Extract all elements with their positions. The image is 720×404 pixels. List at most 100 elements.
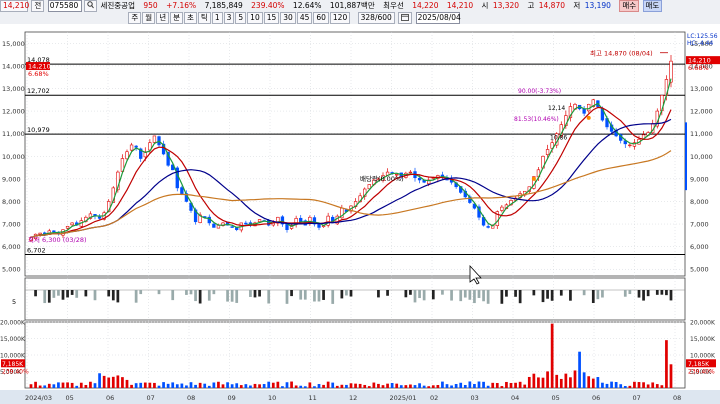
volume-bar (116, 375, 120, 388)
candle-body (180, 187, 184, 195)
volume-bar (290, 381, 293, 388)
indicator-bar (623, 290, 627, 297)
indicator-bar (134, 290, 138, 303)
period-button-group: 주 월 년 분 초 틱 1 3 5 10 15 30 45 60 120 (128, 12, 351, 24)
candle-body (628, 144, 632, 147)
period-button-5[interactable]: 초 (184, 12, 197, 24)
candle-body (230, 226, 234, 228)
y-tick-label-left: 15,000 (2, 40, 25, 48)
indicator-bar (185, 290, 188, 295)
volume-bar (134, 383, 138, 388)
indicator-bar (139, 290, 143, 295)
volume-tick-left: 20,000K (0, 320, 26, 327)
volume-bar (180, 383, 184, 388)
low-label: 저 (573, 1, 581, 10)
volume-bar (47, 383, 51, 388)
indicator-bar (468, 290, 472, 300)
candle-body (545, 149, 550, 155)
period-button-3[interactable]: 년 (156, 12, 170, 24)
volume-bar (523, 384, 527, 388)
period-button-4[interactable]: 분 (170, 12, 184, 24)
period-button-10[interactable]: 10 (247, 12, 263, 24)
candle-body (70, 222, 74, 226)
period-button-7[interactable]: 1 (211, 12, 223, 24)
ask-price: 14,210 (446, 1, 474, 10)
volume-bar (413, 385, 417, 388)
search-icon[interactable] (84, 0, 98, 12)
indicator-bar (546, 290, 549, 299)
volume-bar (166, 383, 170, 388)
date-input[interactable]: 2025/08/04 (415, 12, 461, 24)
period-button-13[interactable]: 45 (296, 12, 313, 24)
x-tick-label: 03 (471, 394, 479, 402)
volume-bar (395, 383, 399, 388)
indicator-bar (258, 290, 261, 297)
period-button-6[interactable]: 틱 (197, 12, 211, 24)
buy-button[interactable]: 매수 (619, 0, 640, 12)
market-select[interactable]: 전 (31, 0, 45, 12)
y-tick-label-right: 10,000 (690, 153, 713, 161)
volume-bar (642, 382, 645, 388)
indicator-bar (441, 290, 444, 295)
volume-bar (564, 373, 568, 388)
x-tick-label: 05 (66, 394, 74, 402)
volume-tick-right: 10,000K (690, 353, 716, 360)
volume-bar (445, 384, 449, 388)
indicator-bar (317, 290, 321, 302)
chart-canvas[interactable]: 5,000 5,000 6,000 6,000 7,000 7,000 8,000 8,000… (0, 24, 720, 404)
volume-bar (491, 382, 495, 388)
indicator-bar (66, 290, 69, 298)
period-button-1[interactable]: 주 (128, 12, 142, 24)
volume-bar (486, 385, 490, 388)
volume-bar (623, 386, 627, 388)
signal-dot-2 (586, 115, 591, 120)
candle-body (244, 222, 248, 225)
volume-bar (377, 383, 380, 388)
period-button-12[interactable]: 30 (280, 12, 296, 24)
y-tick-label-right: 6,000 (690, 243, 709, 251)
calendar-icon[interactable] (398, 12, 413, 24)
low-annotation: 최저 6,300 (03/28) (28, 235, 87, 244)
volume-bar (665, 340, 668, 388)
y-tick-label-left: 7,000 (2, 221, 21, 229)
volume-bar (614, 381, 618, 388)
volume-bar (175, 384, 179, 388)
volume-bar (262, 384, 266, 388)
volume-bar (226, 382, 229, 388)
y-tick-label-left: 5,000 (2, 266, 21, 274)
volume-bar (267, 381, 271, 388)
volume-bar (573, 370, 577, 388)
y-tick-label-right: 11,000 (690, 130, 713, 138)
period-button-11[interactable]: 15 (263, 12, 280, 24)
period-button-9[interactable]: 5 (235, 12, 247, 24)
high-label: 고 (527, 1, 535, 10)
period-button-2[interactable]: 월 (142, 12, 156, 24)
volume-bar (203, 383, 207, 388)
indicator-bar (157, 290, 161, 295)
volume-bar (125, 379, 129, 388)
volume-bar (610, 381, 613, 388)
indicator-bar (601, 290, 604, 298)
lc-label: LC:125.56 (687, 33, 718, 40)
period-button-14[interactable]: 60 (313, 12, 329, 24)
volume-bar (505, 381, 508, 388)
fib-annotation-lower: 81.53(10.46%) (514, 116, 559, 123)
volume-bar (79, 382, 83, 388)
indicator-bar (386, 290, 389, 296)
indicator-bar (340, 290, 344, 299)
count-field[interactable]: 328/600 (357, 12, 395, 24)
indicator-bar (189, 290, 193, 295)
period-button-15[interactable]: 120 (329, 12, 351, 24)
indicator-bar (313, 290, 316, 302)
volume-bar (477, 381, 481, 388)
indicator-bar (377, 290, 380, 298)
x-tick-label: 10 (268, 394, 276, 402)
price-change: 950 (143, 1, 158, 10)
volume-bar (84, 384, 88, 388)
indicator-bar (637, 290, 641, 298)
stock-code-input[interactable]: 075580 (47, 0, 82, 12)
volume-bar (89, 381, 92, 388)
period-button-8[interactable]: 3 (223, 12, 235, 24)
sell-button[interactable]: 매도 (642, 0, 663, 12)
candle-body (134, 145, 138, 148)
